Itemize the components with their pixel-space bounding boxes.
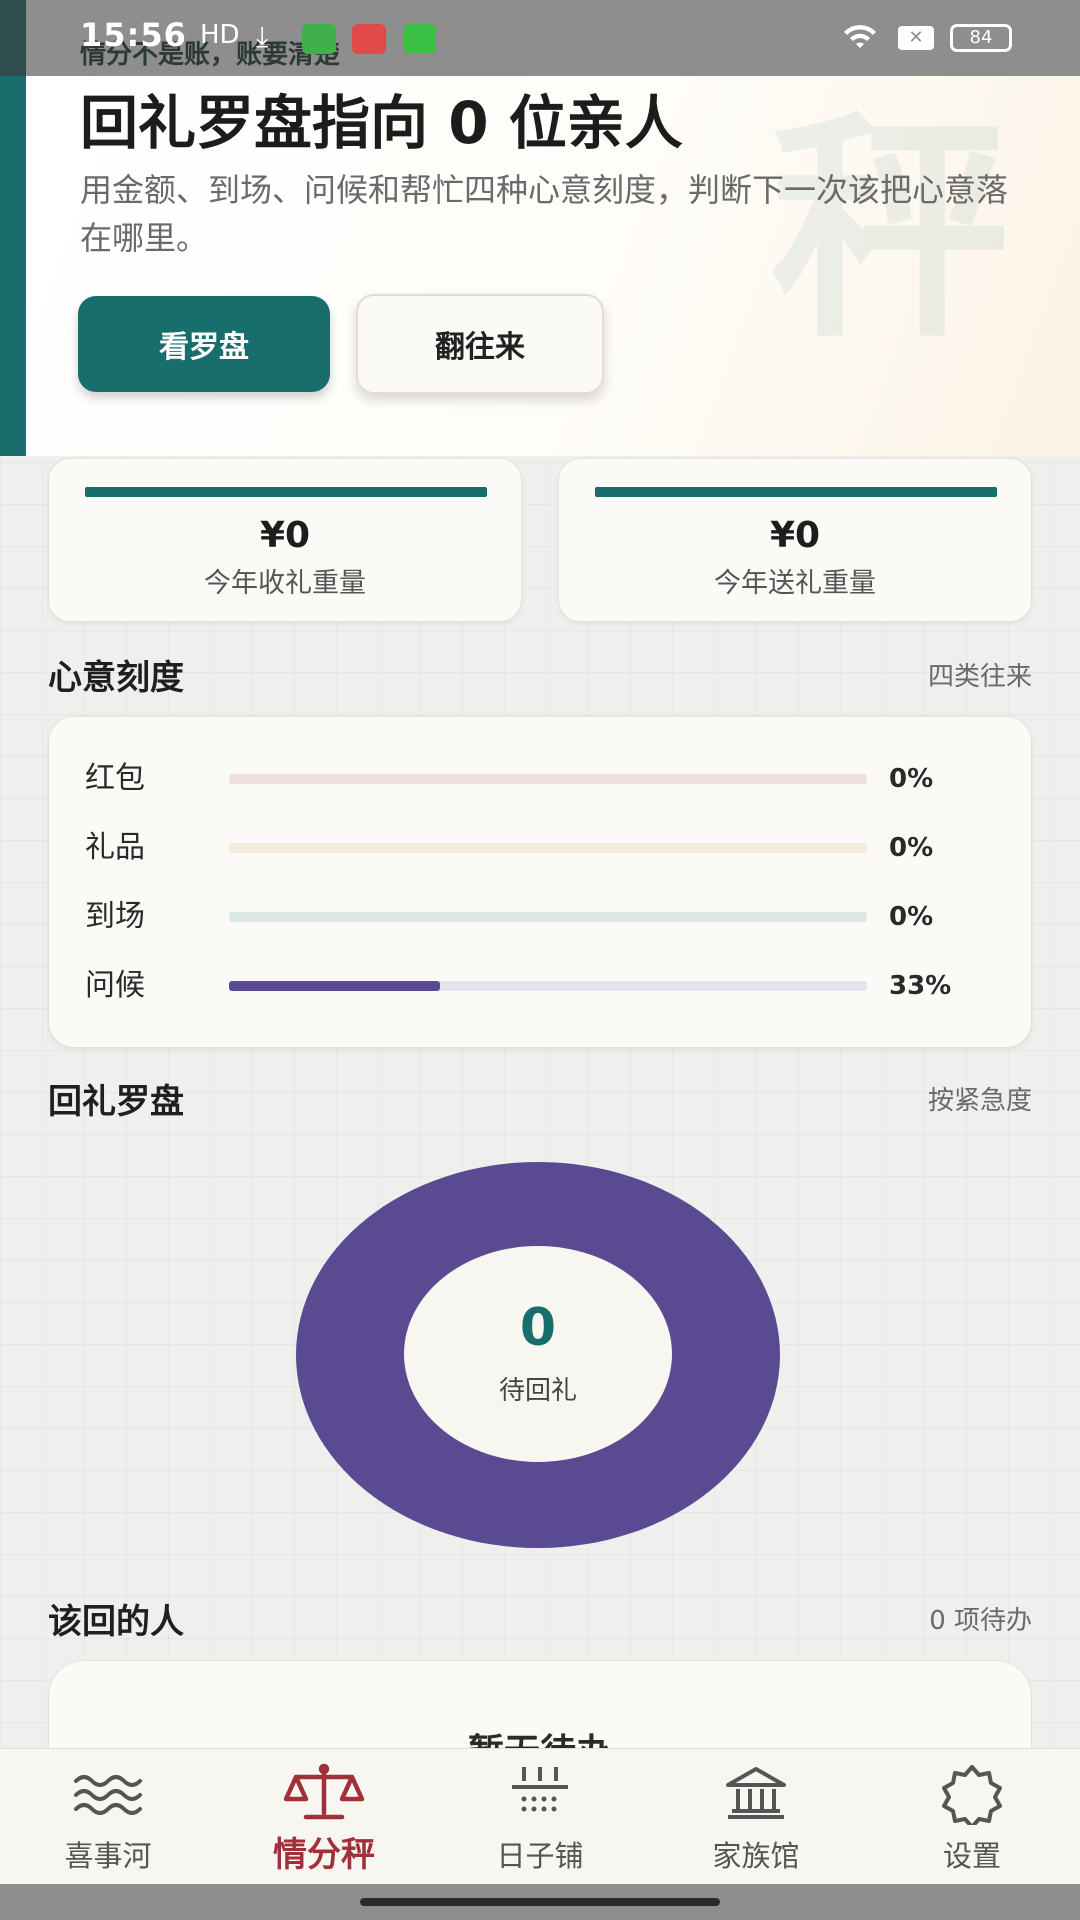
- scale-row-percent: 33%: [889, 971, 952, 1001]
- hd-icon: HD: [200, 20, 240, 50]
- browse-exchanges-button[interactable]: 翻往来: [356, 294, 604, 394]
- nav-label: 设置: [942, 1839, 1001, 1873]
- stat-accent-bar: [85, 487, 487, 497]
- compass-donut[interactable]: 0 待回礼: [296, 1162, 780, 1548]
- scale-track: [229, 843, 867, 853]
- sent-weight-label: 今年送礼重量: [714, 568, 876, 599]
- scale-track: [229, 981, 867, 991]
- nav-label: 喜事河: [64, 1839, 152, 1873]
- received-weight-label: 今年收礼重量: [204, 568, 366, 599]
- balance-scale-icon: [216, 1761, 432, 1825]
- status-left-mark: [0, 0, 26, 76]
- app-notification-icon: [302, 24, 336, 54]
- nav-label: 家族馆: [712, 1839, 800, 1873]
- status-bar: 情分不是账，账要清楚 15:56 HD ⤓ ✕ 84: [0, 0, 1080, 76]
- chat-app-icon: [404, 24, 436, 54]
- scale-track: [229, 774, 867, 784]
- scale-row-label: 礼品: [85, 830, 145, 865]
- temple-hall-icon: [648, 1761, 864, 1825]
- scale-row-label: 到场: [85, 899, 145, 934]
- pending-section-note: 0 项待办: [929, 1606, 1032, 1636]
- nav-label: 日子铺: [496, 1839, 584, 1873]
- scale-row-percent: 0%: [889, 902, 934, 932]
- nav-item-family[interactable]: 家族馆: [648, 1749, 864, 1885]
- scale-section-note: 四类往来: [927, 662, 1032, 692]
- bottom-nav: 喜事河 情分秤 日子铺 家族馆 设置: [0, 1748, 1080, 1884]
- scale-row-redpacket: 红包 0%: [49, 759, 1031, 799]
- wifi-icon: [840, 20, 880, 60]
- river-waves-icon: [0, 1761, 216, 1825]
- scale-row-percent: 0%: [889, 764, 934, 794]
- gear-icon: [864, 1761, 1080, 1829]
- home-indicator[interactable]: [360, 1898, 720, 1906]
- sent-weight-value: ¥0: [769, 515, 821, 556]
- video-app-icon: [352, 24, 386, 54]
- scale-section-title: 心意刻度: [48, 658, 184, 698]
- compass-center-value: 0: [519, 1298, 557, 1358]
- nav-item-days[interactable]: 日子铺: [432, 1749, 648, 1885]
- pending-section-title: 该回的人: [48, 1602, 184, 1642]
- stat-accent-bar: [595, 487, 997, 497]
- nav-item-settings[interactable]: 设置: [864, 1749, 1080, 1885]
- scale-fill: [229, 981, 440, 991]
- compass-section-note: 按紧急度: [927, 1086, 1032, 1116]
- nav-item-river[interactable]: 喜事河: [0, 1749, 216, 1885]
- calendar-grid-icon: [432, 1761, 648, 1825]
- scale-row-percent: 0%: [889, 833, 934, 863]
- page-subtitle: 用金额、到场、问候和帮忙四种心意刻度，判断下一次该把心意落在哪里。: [80, 171, 1009, 257]
- received-weight-card: ¥0 今年收礼重量: [48, 458, 522, 622]
- received-weight-value: ¥0: [259, 515, 311, 556]
- compass-center-label: 待回礼: [498, 1376, 577, 1406]
- scale-row-label: 问候: [85, 968, 145, 1003]
- scale-card: 红包 0% 礼品 0% 到场 0% 问候 33%: [48, 716, 1032, 1048]
- scale-row-label: 红包: [85, 761, 145, 796]
- view-compass-button[interactable]: 看罗盘: [78, 296, 330, 392]
- nav-label: 情分秤: [273, 1835, 375, 1875]
- scale-track: [229, 912, 867, 922]
- scale-row-greeting: 问候 33%: [49, 966, 1031, 1006]
- hero-accent-bar: [0, 76, 26, 456]
- battery-icon: 84: [950, 24, 1012, 52]
- sent-weight-card: ¥0 今年送礼重量: [558, 458, 1032, 622]
- scale-row-attendance: 到场 0%: [49, 897, 1031, 937]
- nav-item-scale[interactable]: 情分秤: [216, 1749, 432, 1885]
- compass-section-title: 回礼罗盘: [48, 1082, 184, 1122]
- sim-off-icon: ✕: [898, 26, 934, 50]
- page-title: 回礼罗盘指向 0 位亲人: [80, 89, 683, 157]
- download-icon: ⤓: [256, 20, 269, 53]
- status-time: 15:56: [80, 16, 187, 54]
- scale-row-gift: 礼品 0%: [49, 828, 1031, 868]
- hero-banner: 秤 回礼罗盘指向 0 位亲人 用金额、到场、问候和帮忙四种心意刻度，判断下一次该…: [0, 76, 1080, 456]
